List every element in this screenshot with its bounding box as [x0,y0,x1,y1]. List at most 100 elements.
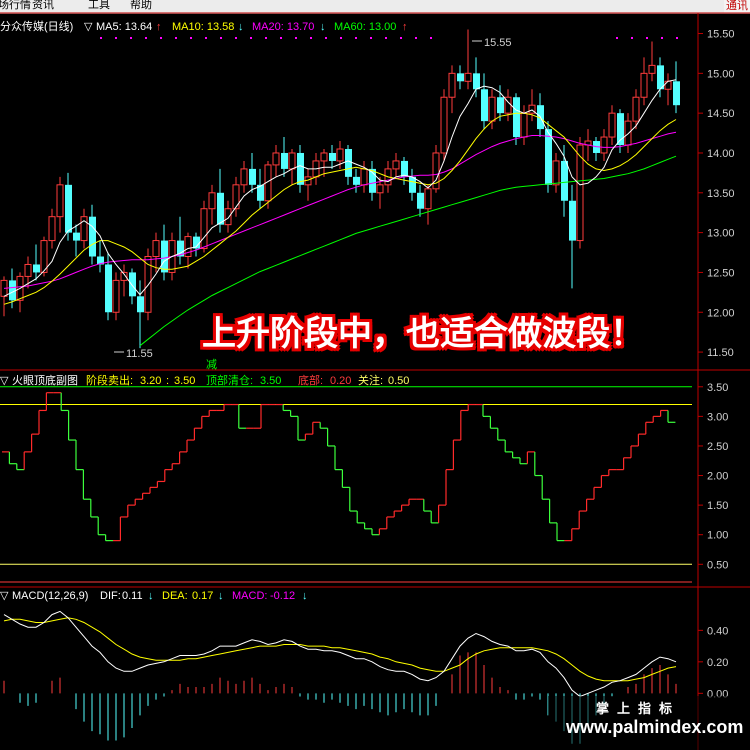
ma20-arrow-icon: ↓ [320,21,326,33]
price-tick-label: 14.00 [707,148,735,160]
top-dot [631,37,633,39]
candle-body [488,96,496,122]
price-tick-label: 13.00 [707,228,735,240]
ma5-readout: MA5: 13.64 [96,21,152,33]
reduce-marker: 减 [206,358,217,371]
ma5-arrow-icon: ↑ [156,21,162,33]
top-dot [265,37,267,39]
candle-body [217,192,224,225]
macd-tick-label: 0.40 [707,625,728,637]
top-dot [676,37,678,39]
top-dot [370,37,372,39]
dea-arrow-icon: ↓ [218,590,224,602]
candle-body [329,152,336,161]
candle-body [409,176,416,193]
candle-body [481,89,488,122]
candle-body [673,81,680,106]
dif-label: DIF: [100,590,121,602]
clear-value: 3.50 [260,375,281,387]
clear-label: 顶部清仓: [206,373,253,387]
candle-body [56,184,64,218]
ma20-readout: MA20: 13.70 [252,21,314,33]
indicator-tick-label: 1.50 [707,500,728,512]
sell-label: 阶段卖出: [86,373,133,387]
top-dot [340,37,342,39]
candle-body [224,208,232,226]
macd-name: MACD(12,26,9) [12,590,88,602]
candle-body [417,192,424,209]
candle-body [161,240,168,273]
candle-body [112,279,120,313]
indicator-toggle-icon[interactable]: ▽ [0,375,9,387]
top-dot [310,37,312,39]
top-dot [220,37,222,39]
indicator-axis: 0.50 1.00 1.50 2.00 2.50 3.00 3.50 [698,382,728,571]
chart-canvas[interactable]: 分众传媒(日线) ▽ MA5: 13.64 ↑ MA10: 13.58 ↓ MA… [0,0,750,750]
indicator-tick-label: 3.00 [707,411,728,423]
candle-body [129,272,136,297]
macd-toggle-icon[interactable]: ▽ [0,590,9,602]
macd-tick-label: 0.20 [707,657,728,669]
dif-value: 0.11 [122,590,143,602]
price-axis: 11.50 12.00 12.50 13.00 13.50 14.00 14.50 15.00… [698,29,735,359]
top-dot [616,37,618,39]
price-tick-label: 11.50 [707,347,734,359]
candle-body [513,97,520,138]
top-dot [100,37,102,39]
candle-body [320,152,328,162]
bottom-label: 底部: [298,373,323,387]
watermark-url: www.palmindex.com [566,717,744,737]
top-dot [160,37,162,39]
candle-body [353,176,360,185]
candle-body [336,148,344,162]
candle-body [392,160,400,170]
watch-label: 关注: [358,373,383,387]
indicator-header: ▽ 火眼顶底副图 阶段卖出: 3.20 : 3.50 顶部清仓: 3.50 底部… [0,373,409,387]
candle-body [640,72,648,98]
ma60-arrow-icon: ↑ [402,21,408,33]
candle-body [448,72,456,98]
macd-arrow-icon: ↓ [302,590,308,602]
top-dot [661,37,663,39]
dea-label: DEA: [162,590,188,602]
macd-axis: 0.000.200.40 [698,625,728,700]
top-dot [115,37,117,39]
price-tick-label: 15.50 [707,29,735,41]
candle-body [576,144,584,242]
top-dot [400,37,402,39]
top-dot [280,37,282,39]
indicator-plot [0,386,692,583]
top-dot [205,37,207,39]
candle-body [240,168,248,186]
candle-body [232,184,240,210]
candle-body [137,296,144,313]
candle-body [297,152,304,185]
bottom-value: 0.20 [330,375,351,387]
ma5-line [3,79,677,297]
candle-body [552,160,560,186]
top-dot [355,37,357,39]
candle-body [664,80,672,90]
candle-body [424,188,432,210]
candle-body [376,184,384,194]
indicator-tick-label: 0.50 [707,559,728,571]
candle-body [600,136,608,154]
price-tick-label: 13.50 [707,188,735,200]
candle-body [281,152,288,169]
candle-body [360,168,368,186]
indicator-name: 火眼顶底副图 [12,373,78,387]
top-dot [190,37,192,39]
header-toggle-icon[interactable]: ▽ [84,21,93,33]
candle-body [648,64,656,74]
top-dot [175,37,177,39]
indicator-tick-label: 3.50 [707,382,728,394]
sell-sep: : [166,375,169,387]
candle-body [569,200,576,241]
macd-value: -0.12 [270,590,295,602]
top-dot [295,37,297,39]
indicator-tick-label: 2.00 [707,471,728,483]
sell-value-2: 3.50 [174,375,195,387]
candle-body [497,97,504,114]
candle-body [545,129,552,185]
top-dot [235,37,237,39]
